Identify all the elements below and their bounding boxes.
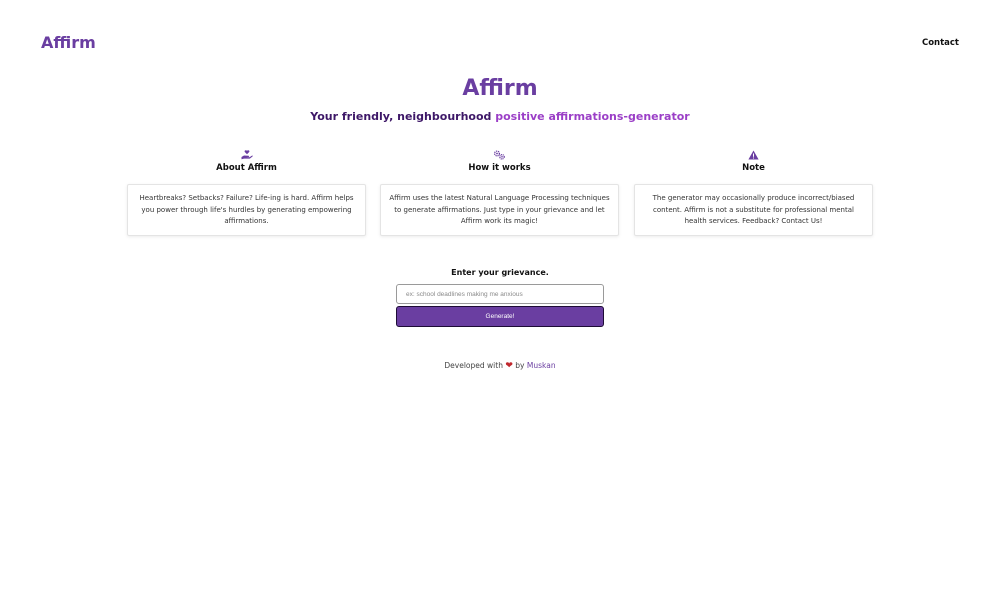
grievance-label: Enter your grievance. bbox=[451, 268, 549, 277]
tagline-part-2: positive affirmations-generator bbox=[495, 110, 690, 123]
brand-logo[interactable]: Affirm bbox=[41, 33, 96, 52]
hand-holding-heart-icon bbox=[241, 150, 253, 160]
feature-how-title: How it works bbox=[468, 163, 531, 173]
feature-note-card: The generator may occasionally produce i… bbox=[634, 184, 873, 236]
warning-icon bbox=[748, 150, 759, 160]
grievance-input[interactable] bbox=[396, 284, 604, 304]
hero-title: Affirm bbox=[462, 76, 538, 101]
footer: Developed with ❤ by Muskan bbox=[0, 361, 1000, 371]
feature-about: About Affirm Heartbreaks? Setbacks? Fail… bbox=[127, 150, 366, 236]
feature-note-header: Note bbox=[634, 150, 873, 182]
feature-note: Note The generator may occasionally prod… bbox=[634, 150, 873, 236]
feature-about-title: About Affirm bbox=[216, 163, 277, 173]
feature-how: How it works Affirm uses the latest Natu… bbox=[380, 150, 619, 236]
feature-how-card: Affirm uses the latest Natural Language … bbox=[380, 184, 619, 236]
feature-about-header: About Affirm bbox=[127, 150, 366, 182]
feature-about-card: Heartbreaks? Setbacks? Failure? Life-ing… bbox=[127, 184, 366, 236]
tagline-part-1: Your friendly, neighbourhood bbox=[310, 110, 496, 123]
author-link[interactable]: Muskan bbox=[527, 361, 556, 370]
generate-button[interactable]: Generate! bbox=[396, 306, 604, 327]
page: Affirm Contact Affirm Your friendly, nei… bbox=[0, 0, 1000, 600]
nav-contact-link[interactable]: Contact bbox=[922, 38, 959, 48]
gears-icon bbox=[493, 150, 505, 160]
heart-icon: ❤ bbox=[505, 361, 513, 371]
footer-by: by bbox=[515, 361, 525, 370]
hero-tagline: Your friendly, neighbourhood positive af… bbox=[0, 110, 1000, 123]
footer-prefix: Developed with bbox=[444, 361, 503, 370]
feature-how-header: How it works bbox=[380, 150, 619, 182]
feature-note-title: Note bbox=[742, 163, 765, 173]
